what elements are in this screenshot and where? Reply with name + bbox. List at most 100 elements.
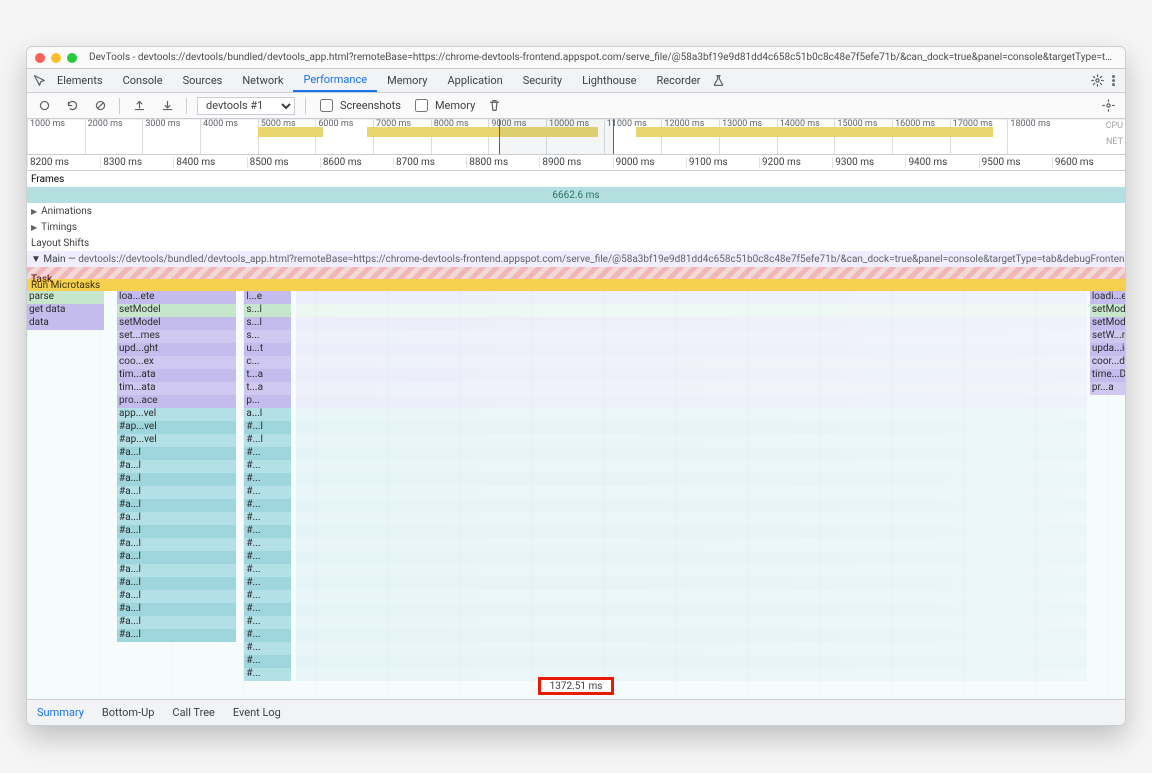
- flame-box[interactable]: t...a: [244, 382, 290, 395]
- flame-box[interactable]: #a...l: [117, 590, 236, 603]
- memory-toggle[interactable]: Memory: [411, 96, 475, 115]
- flame-box[interactable]: #...: [244, 655, 290, 668]
- flame-row[interactable]: app...vel a...l: [27, 408, 1125, 421]
- flame-row[interactable]: #ap...vel#...l: [27, 434, 1125, 447]
- main-track-header[interactable]: ▼ Main — devtools://devtools/bundled/dev…: [27, 251, 1125, 267]
- timings-track[interactable]: ▶Timings: [27, 219, 1125, 235]
- flame-box[interactable]: [296, 395, 1087, 408]
- flame-box[interactable]: parse: [27, 291, 104, 304]
- flame-row[interactable]: #a...l #...: [27, 629, 1125, 642]
- flame-box-right[interactable]: pr...a: [1090, 382, 1125, 395]
- flame-row[interactable]: #a...l#...: [27, 551, 1125, 564]
- flame-box[interactable]: [296, 512, 1087, 525]
- flame-box[interactable]: [296, 330, 1087, 343]
- animations-track[interactable]: ▶Animations: [27, 203, 1125, 219]
- flame-box[interactable]: #...: [244, 473, 290, 486]
- flame-box[interactable]: #...: [244, 460, 290, 473]
- flame-row[interactable]: #a...l#...: [27, 447, 1125, 460]
- flame-row[interactable]: coo...exc...coor...dex: [27, 356, 1125, 369]
- screenshots-toggle[interactable]: Screenshots: [316, 96, 401, 115]
- flame-row[interactable]: tim...atat...atime...Data: [27, 369, 1125, 382]
- flame-row[interactable]: #a...l #...: [27, 512, 1125, 525]
- tab-lighthouse[interactable]: Lighthouse: [572, 69, 646, 92]
- flame-chart[interactable]: Frames 6662.6 ms ▶Animations ▶Timings La…: [27, 171, 1125, 699]
- flame-box[interactable]: #a...l: [117, 629, 236, 642]
- profile-selector[interactable]: devtools #1: [197, 97, 295, 115]
- flame-box[interactable]: app...vel: [117, 408, 236, 421]
- flame-box-right[interactable]: loadi...ete: [1090, 291, 1125, 304]
- record-icon[interactable]: [35, 97, 53, 115]
- flame-row[interactable]: #a...l#...: [27, 590, 1125, 603]
- flame-row[interactable]: #a...l#...: [27, 499, 1125, 512]
- flame-box[interactable]: #a...l: [117, 616, 236, 629]
- flame-row[interactable]: #a...l#...: [27, 525, 1125, 538]
- flame-box[interactable]: [296, 304, 1087, 317]
- detail-tab-summary[interactable]: Summary: [37, 706, 84, 719]
- flame-row[interactable]: upd...ghtu...tupda...ight: [27, 343, 1125, 356]
- flame-box[interactable]: [296, 408, 1087, 421]
- flame-box[interactable]: [296, 590, 1087, 603]
- flame-row[interactable]: #a...l#...: [27, 577, 1125, 590]
- flame-box[interactable]: #a...l: [117, 499, 236, 512]
- flame-box[interactable]: t...a: [244, 369, 290, 382]
- flame-box[interactable]: #...l: [244, 434, 290, 447]
- flame-row[interactable]: #a...l#...: [27, 603, 1125, 616]
- flame-box[interactable]: [296, 486, 1087, 499]
- flame-row[interactable]: #a...l #...: [27, 616, 1125, 629]
- maximize-window-icon[interactable]: [67, 53, 77, 63]
- flame-box-right[interactable]: setModel: [1090, 317, 1125, 330]
- flame-box[interactable]: #a...l: [117, 538, 236, 551]
- flame-box[interactable]: u...t: [244, 343, 290, 356]
- flame-box[interactable]: [296, 382, 1087, 395]
- clear-icon[interactable]: [91, 97, 109, 115]
- flame-rows[interactable]: parseloa...etel...eloadi...eteget datase…: [27, 291, 1125, 681]
- tab-memory[interactable]: Memory: [377, 69, 437, 92]
- trash-icon[interactable]: [485, 97, 503, 115]
- flame-box[interactable]: #a...l: [117, 525, 236, 538]
- flame-box[interactable]: [296, 577, 1087, 590]
- flame-box[interactable]: [296, 629, 1087, 642]
- flame-box[interactable]: #...: [244, 629, 290, 642]
- flame-box[interactable]: [296, 642, 1087, 655]
- flame-box[interactable]: get data: [27, 304, 104, 317]
- tab-network[interactable]: Network: [232, 69, 293, 92]
- flame-row[interactable]: #...: [27, 655, 1125, 668]
- flame-box[interactable]: #...: [244, 512, 290, 525]
- flame-box[interactable]: [296, 291, 1087, 304]
- perf-settings-icon[interactable]: [1099, 97, 1117, 115]
- flame-box[interactable]: l...e: [244, 291, 290, 304]
- flame-box[interactable]: [296, 369, 1087, 382]
- flame-row[interactable]: #a...l#...: [27, 564, 1125, 577]
- flame-box[interactable]: #...l: [244, 421, 290, 434]
- tab-performance[interactable]: Performance: [293, 69, 377, 92]
- flame-row[interactable]: #...: [27, 642, 1125, 655]
- tab-console[interactable]: Console: [113, 69, 173, 92]
- flame-box[interactable]: #...: [244, 603, 290, 616]
- frames-bar[interactable]: 6662.6 ms: [27, 187, 1125, 203]
- task-row[interactable]: Task: [27, 267, 1125, 279]
- flame-box[interactable]: [296, 434, 1087, 447]
- flame-box[interactable]: #...: [244, 564, 290, 577]
- flame-box[interactable]: [296, 317, 1087, 330]
- flame-box-right[interactable]: upda...ight: [1090, 343, 1125, 356]
- flame-row[interactable]: datasetModels...lsetModel: [27, 317, 1125, 330]
- flame-box[interactable]: setModel: [117, 304, 236, 317]
- flame-row[interactable]: get datasetModels...lsetModel: [27, 304, 1125, 317]
- flame-box[interactable]: #a...l: [117, 512, 236, 525]
- detail-tab-bottom-up[interactable]: Bottom-Up: [102, 706, 155, 719]
- flame-box[interactable]: [296, 356, 1087, 369]
- flame-box[interactable]: #a...l: [117, 447, 236, 460]
- flame-box[interactable]: #...: [244, 616, 290, 629]
- flame-box[interactable]: #a...l: [117, 460, 236, 473]
- flame-box[interactable]: coo...ex: [117, 356, 236, 369]
- flame-box[interactable]: [296, 668, 1087, 681]
- flame-box[interactable]: a...l: [244, 408, 290, 421]
- flame-box[interactable]: pro...ace: [117, 395, 236, 408]
- upload-icon[interactable]: [130, 97, 148, 115]
- flame-box[interactable]: #...: [244, 642, 290, 655]
- frames-track[interactable]: 6662.6 ms: [27, 187, 1125, 203]
- flame-box-right[interactable]: coor...dex: [1090, 356, 1125, 369]
- detail-ruler[interactable]: 8200 ms8300 ms8400 ms8500 ms8600 ms8700 …: [27, 155, 1125, 171]
- flame-box[interactable]: [296, 343, 1087, 356]
- flame-box[interactable]: s...l: [244, 317, 290, 330]
